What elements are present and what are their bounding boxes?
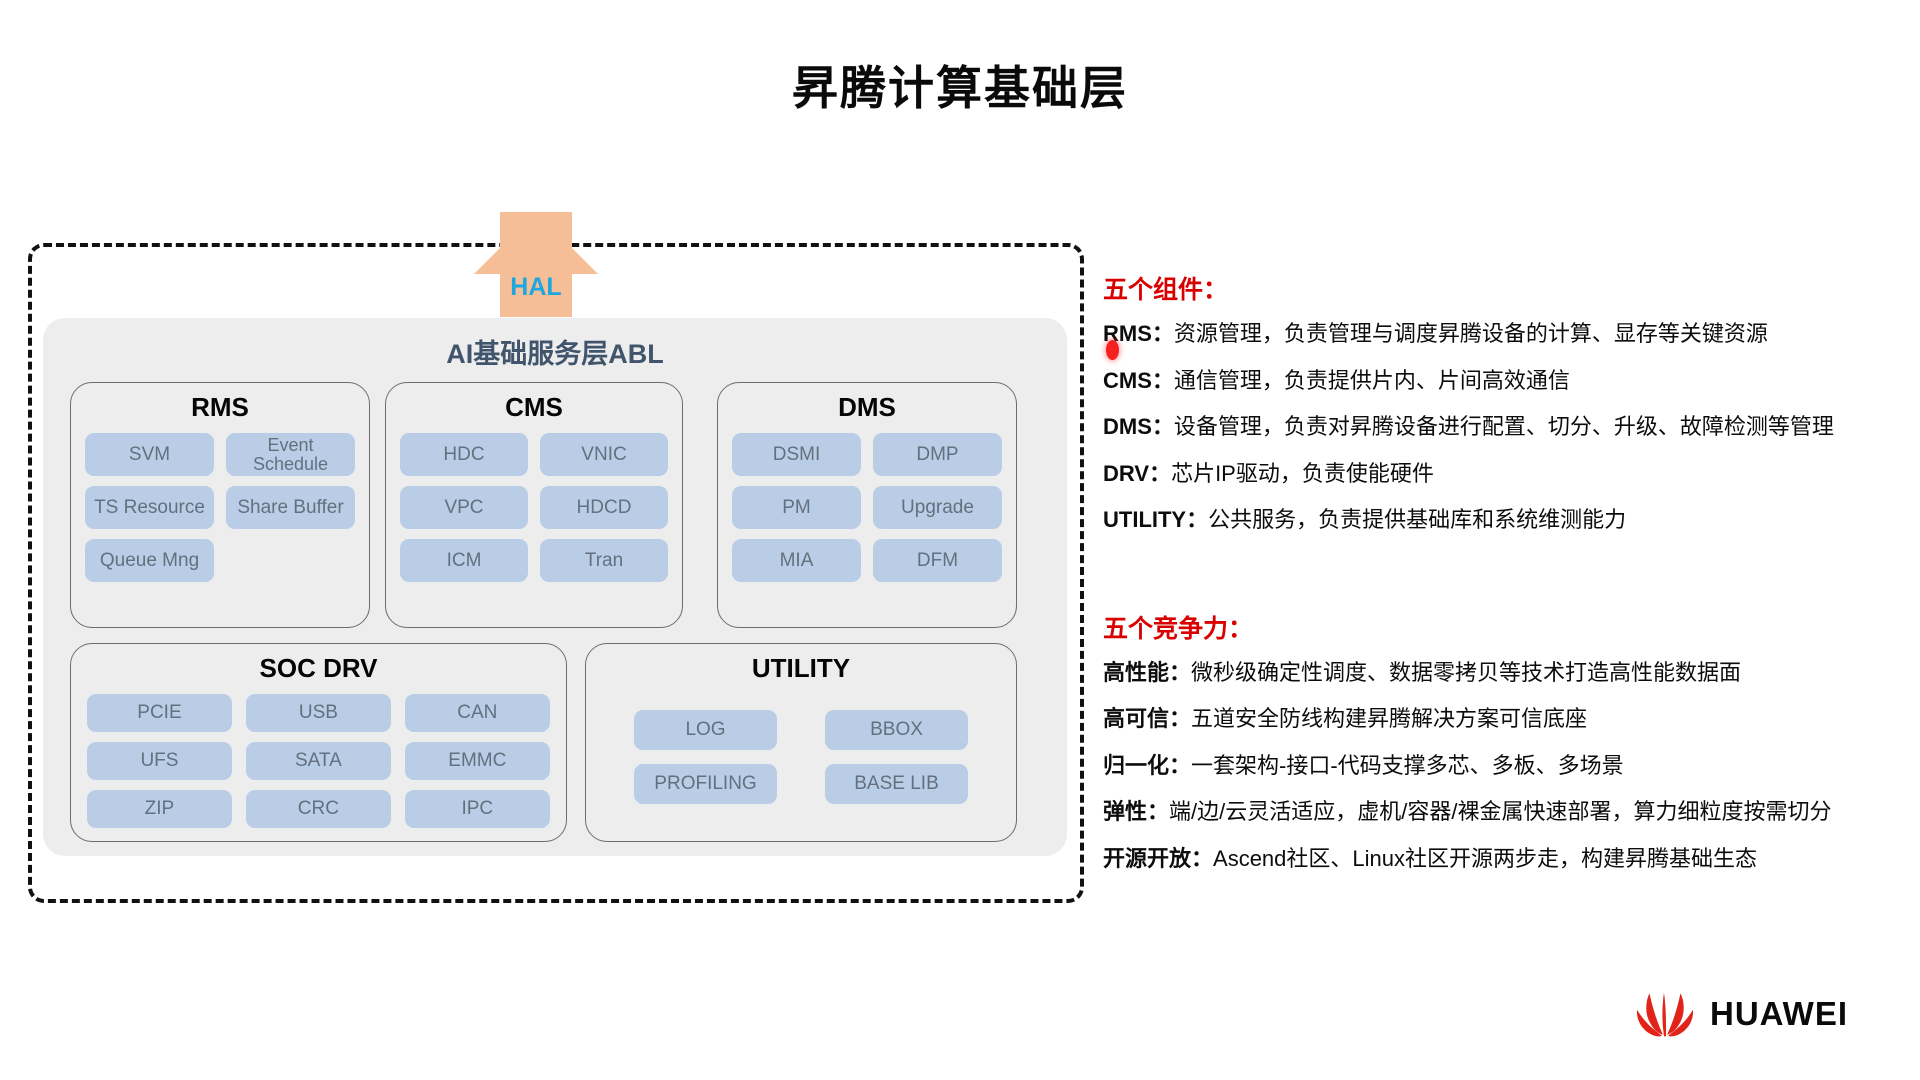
competitiveness-desc-opensource: Ascend社区、Linux社区开源两步走，构建昇腾基础生态 — [1213, 845, 1757, 871]
chip-vpc[interactable]: VPC — [400, 486, 528, 529]
module-soc-drv[interactable]: SOC DRV PCIE USB CAN UFS SATA EMMC ZIP C… — [70, 643, 567, 842]
chip-hdcd[interactable]: HDCD — [540, 486, 668, 529]
chip-svm[interactable]: SVM — [85, 433, 214, 476]
component-desc-rms: 资源管理，负责管理与调度昇腾设备的计算、显存等关键资源 — [1173, 321, 1768, 346]
chip-profiling[interactable]: PROFILING — [634, 764, 777, 804]
component-desc-utility: 公共服务，负责提供基础库和系统维测能力 — [1208, 507, 1627, 532]
module-cms[interactable]: CMS HDC VNIC VPC HDCD ICM Tran — [385, 382, 683, 628]
component-desc-drv: 芯片IP驱动，负责使能硬件 — [1171, 460, 1434, 486]
component-item-cms: CMS：通信管理，负责提供片内、片间高效通信 — [1103, 367, 1903, 395]
module-utility[interactable]: UTILITY LOG BBOX PROFILING BASE LIB — [585, 643, 1017, 842]
competitiveness-item-elasticity: 弹性：端/边/云灵活适应，虚机/容器/裸金属快速部署，算力细粒度按需切分 — [1103, 798, 1903, 826]
component-key-cms: CMS： — [1103, 367, 1174, 393]
huawei-logo: HUAWEI — [1634, 990, 1848, 1038]
page-title: 昇腾计算基础层 — [792, 62, 1128, 114]
chip-ufs[interactable]: UFS — [87, 742, 232, 780]
chip-pcie[interactable]: PCIE — [87, 694, 232, 732]
chip-base-lib[interactable]: BASE LIB — [825, 764, 968, 804]
competitiveness-item-unified: 归一化：一套架构-接口-代码支撑多芯、多板、多场景 — [1103, 752, 1903, 780]
chip-icm[interactable]: ICM — [400, 539, 528, 582]
huawei-flower-icon — [1636, 992, 1694, 1037]
chip-group-rms: SVM Event Schedule TS Resource Share Buf… — [71, 433, 369, 582]
hal-arrow-head-icon — [474, 212, 598, 274]
chip-group-soc-drv: PCIE USB CAN UFS SATA EMMC ZIP CRC IPC — [71, 694, 566, 828]
chip-hdc[interactable]: HDC — [400, 433, 528, 476]
module-title-utility: UTILITY — [751, 653, 851, 683]
module-title-dms: DMS — [838, 392, 896, 422]
chip-can[interactable]: CAN — [404, 694, 550, 732]
component-item-drv: DRV：芯片IP驱动，负责使能硬件 — [1103, 460, 1903, 488]
chip-zip[interactable]: ZIP — [87, 790, 232, 828]
chip-dsmi[interactable]: DSMI — [732, 433, 861, 476]
component-item-dms: DMS：设备管理，负责对昇腾设备进行配置、切分、升级、故障检测等管理 — [1103, 413, 1903, 441]
slide-canvas: 昇腾计算基础层 HAL AI基础服务层ABL RMS SVM Event Sch… — [0, 0, 1920, 1080]
component-item-utility: UTILITY：公共服务，负责提供基础库和系统维测能力 — [1103, 506, 1903, 534]
module-title-soc-drv: SOC DRV — [259, 653, 378, 683]
component-desc-dms: 设备管理，负责对昇腾设备进行配置、切分、升级、故障检测等管理 — [1173, 414, 1834, 439]
competitiveness-key-elasticity: 弹性： — [1103, 799, 1170, 824]
module-dms[interactable]: DMS DSMI DMP PM Upgrade MIA DFM — [717, 382, 1017, 628]
huawei-wordmark: HUAWEI — [1710, 995, 1848, 1032]
chip-bbox[interactable]: BBOX — [825, 710, 968, 750]
component-desc-cms: 通信管理，负责提供片内、片间高效通信 — [1173, 367, 1570, 393]
competitiveness-item-performance: 高性能：微秒级确定性调度、数据零拷贝等技术打造高性能数据面 — [1103, 659, 1903, 687]
chip-pm[interactable]: PM — [732, 486, 861, 529]
chip-group-utility: LOG BBOX PROFILING BASE LIB — [586, 710, 1016, 804]
chip-group-dms: DSMI DMP PM Upgrade MIA DFM — [718, 433, 1016, 582]
competitiveness-key-trust: 高可信： — [1103, 706, 1192, 731]
chip-mia[interactable]: MIA — [732, 539, 861, 582]
chip-usb[interactable]: USB — [245, 694, 391, 732]
competitiveness-key-opensource: 开源开放： — [1103, 845, 1214, 871]
component-key-drv: DRV： — [1103, 460, 1172, 486]
chip-log[interactable]: LOG — [634, 710, 777, 750]
chip-ipc[interactable]: IPC — [404, 790, 550, 828]
chip-vnic[interactable]: VNIC — [540, 433, 668, 476]
abl-title: AI基础服务层ABL — [446, 339, 664, 369]
competitiveness-key-unified: 归一化： — [1103, 752, 1192, 778]
competitiveness-heading: 五个竞争力： — [1103, 614, 1254, 643]
chip-tran[interactable]: Tran — [540, 539, 668, 582]
chip-event-schedule[interactable]: Event Schedule — [226, 433, 355, 476]
chip-emmc[interactable]: EMMC — [404, 742, 550, 780]
chip-group-cms: HDC VNIC VPC HDCD ICM Tran — [386, 433, 682, 582]
competitiveness-desc-unified: 一套架构-接口-代码支撑多芯、多板、多场景 — [1191, 752, 1624, 778]
hal-label: HAL — [510, 273, 562, 301]
cursor-marker — [1106, 340, 1119, 360]
chip-crc[interactable]: CRC — [245, 790, 391, 828]
competitiveness-item-opensource: 开源开放：Ascend社区、Linux社区开源两步走，构建昇腾基础生态 — [1103, 845, 1903, 873]
chip-share-buffer[interactable]: Share Buffer — [226, 486, 355, 529]
right-description-panel: 五个组件： RMS：资源管理，负责管理与调度昇腾设备的计算、显存等关键资源 CM… — [1103, 270, 1903, 891]
module-title-rms: RMS — [191, 392, 249, 422]
module-title-cms: CMS — [505, 392, 563, 422]
competitiveness-item-trust: 高可信：五道安全防线构建昇腾解决方案可信底座 — [1103, 705, 1903, 733]
components-heading: 五个组件： — [1103, 276, 1229, 304]
chip-queue-mng[interactable]: Queue Mng — [85, 539, 214, 582]
chip-dfm[interactable]: DFM — [873, 539, 1002, 582]
competitiveness-desc-trust: 五道安全防线构建昇腾解决方案可信底座 — [1191, 706, 1588, 731]
chip-ts-resource[interactable]: TS Resource — [85, 486, 214, 529]
component-item-rms: RMS：资源管理，负责管理与调度昇腾设备的计算、显存等关键资源 — [1103, 320, 1903, 348]
chip-sata[interactable]: SATA — [245, 742, 391, 780]
competitiveness-desc-elasticity: 端/边/云灵活适应，虚机/容器/裸金属快速部署，算力细粒度按需切分 — [1169, 799, 1832, 824]
component-key-dms: DMS： — [1103, 414, 1174, 439]
competitiveness-desc-performance: 微秒级确定性调度、数据零拷贝等技术打造高性能数据面 — [1191, 659, 1742, 685]
chip-dmp[interactable]: DMP — [873, 433, 1002, 476]
chip-upgrade[interactable]: Upgrade — [873, 486, 1002, 529]
module-rms[interactable]: RMS SVM Event Schedule TS Resource Share… — [70, 382, 370, 628]
component-key-utility: UTILITY： — [1103, 507, 1209, 532]
competitiveness-key-performance: 高性能： — [1103, 659, 1192, 685]
